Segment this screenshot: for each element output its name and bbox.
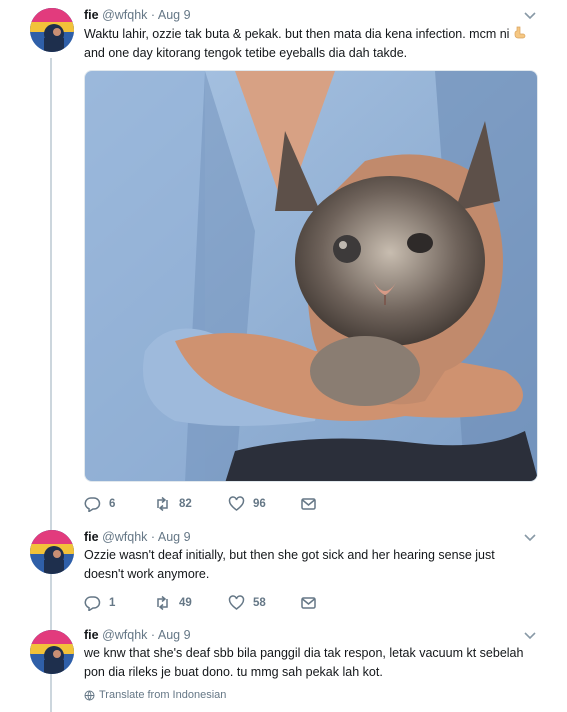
author-name[interactable]: fie [84, 8, 99, 22]
dm-icon [301, 597, 316, 609]
tweet-header: fie @wfqhk · Aug 9 [84, 628, 191, 642]
author-handle[interactable]: @wfqhk [102, 628, 147, 642]
like-count: 58 [253, 597, 266, 609]
author-name[interactable]: fie [84, 628, 99, 642]
translate-link[interactable]: Translate from Indonesian [84, 689, 226, 701]
avatar[interactable] [30, 630, 74, 674]
reply-count: 6 [109, 498, 116, 510]
like-button[interactable]: 96 [228, 496, 266, 512]
tweet-header: fie @wfqhk · Aug 9 [84, 530, 191, 544]
tweet-date[interactable]: Aug 9 [158, 628, 191, 642]
author-handle[interactable]: @wfqhk [102, 530, 147, 544]
dm-icon [301, 498, 316, 510]
retweet-button[interactable]: 82 [154, 496, 192, 512]
reply-count: 1 [109, 597, 116, 609]
avatar[interactable] [30, 8, 74, 52]
retweet-icon [157, 595, 168, 611]
chevron-down-icon[interactable] [523, 631, 537, 641]
kitten-photo[interactable] [84, 70, 538, 482]
tweet-text-line: Waktu lahir, ozzie tak buta & pekak. but… [84, 27, 510, 41]
reply-button[interactable]: 1 [84, 595, 115, 611]
tweet-text-line: doesn't work anymore. [84, 567, 210, 581]
tweet-text: Waktu lahir, ozzie tak buta & pekak. but… [84, 25, 544, 63]
author-name[interactable]: fie [84, 530, 99, 544]
separator: · [150, 628, 156, 642]
separator: · [150, 530, 156, 544]
retweet-button[interactable]: 49 [154, 595, 192, 611]
like-icon [228, 496, 245, 511]
like-button[interactable]: 58 [228, 595, 266, 611]
translate-label[interactable]: Translate from Indonesian [99, 689, 226, 701]
dm-button[interactable] [300, 595, 317, 611]
reply-icon [84, 596, 101, 611]
chevron-down-icon[interactable] [523, 533, 537, 543]
retweet-count: 82 [179, 498, 192, 510]
pointing-down-hand-icon [512, 26, 526, 40]
tweet-text-line: we knw that she's deaf sbb bila panggil … [84, 646, 524, 660]
separator: · [150, 8, 156, 22]
tweet-text: we knw that she's deaf sbb bila panggil … [84, 644, 544, 682]
avatar[interactable] [30, 530, 74, 574]
retweet-count: 49 [179, 597, 192, 609]
like-count: 96 [253, 498, 266, 510]
reply-button[interactable]: 6 [84, 496, 115, 512]
tweet-date[interactable]: Aug 9 [158, 8, 191, 22]
tweet-2[interactable]: fie @wfqhk · Aug 9 Ozzie wasn't deaf ini… [0, 520, 567, 620]
dm-button[interactable] [300, 496, 317, 512]
chevron-down-icon[interactable] [523, 11, 537, 21]
tweet-text-line: pon dia rileks je buat dono. tu mmg sah … [84, 665, 383, 679]
like-icon [228, 595, 245, 610]
tweet-date[interactable]: Aug 9 [158, 530, 191, 544]
tweet-text-line: and one day kitorang tengok tetibe eyeba… [84, 46, 408, 60]
reply-icon [84, 497, 101, 512]
tweet-text: Ozzie wasn't deaf initially, but then sh… [84, 546, 544, 584]
tweet-1[interactable]: fie @wfqhk · Aug 9 Waktu lahir, ozzie ta… [0, 0, 567, 520]
tweet-text-line: Ozzie wasn't deaf initially, but then sh… [84, 548, 495, 562]
globe-icon [84, 690, 95, 701]
retweet-icon [157, 496, 168, 512]
tweet-header: fie @wfqhk · Aug 9 [84, 8, 191, 22]
author-handle[interactable]: @wfqhk [102, 8, 147, 22]
